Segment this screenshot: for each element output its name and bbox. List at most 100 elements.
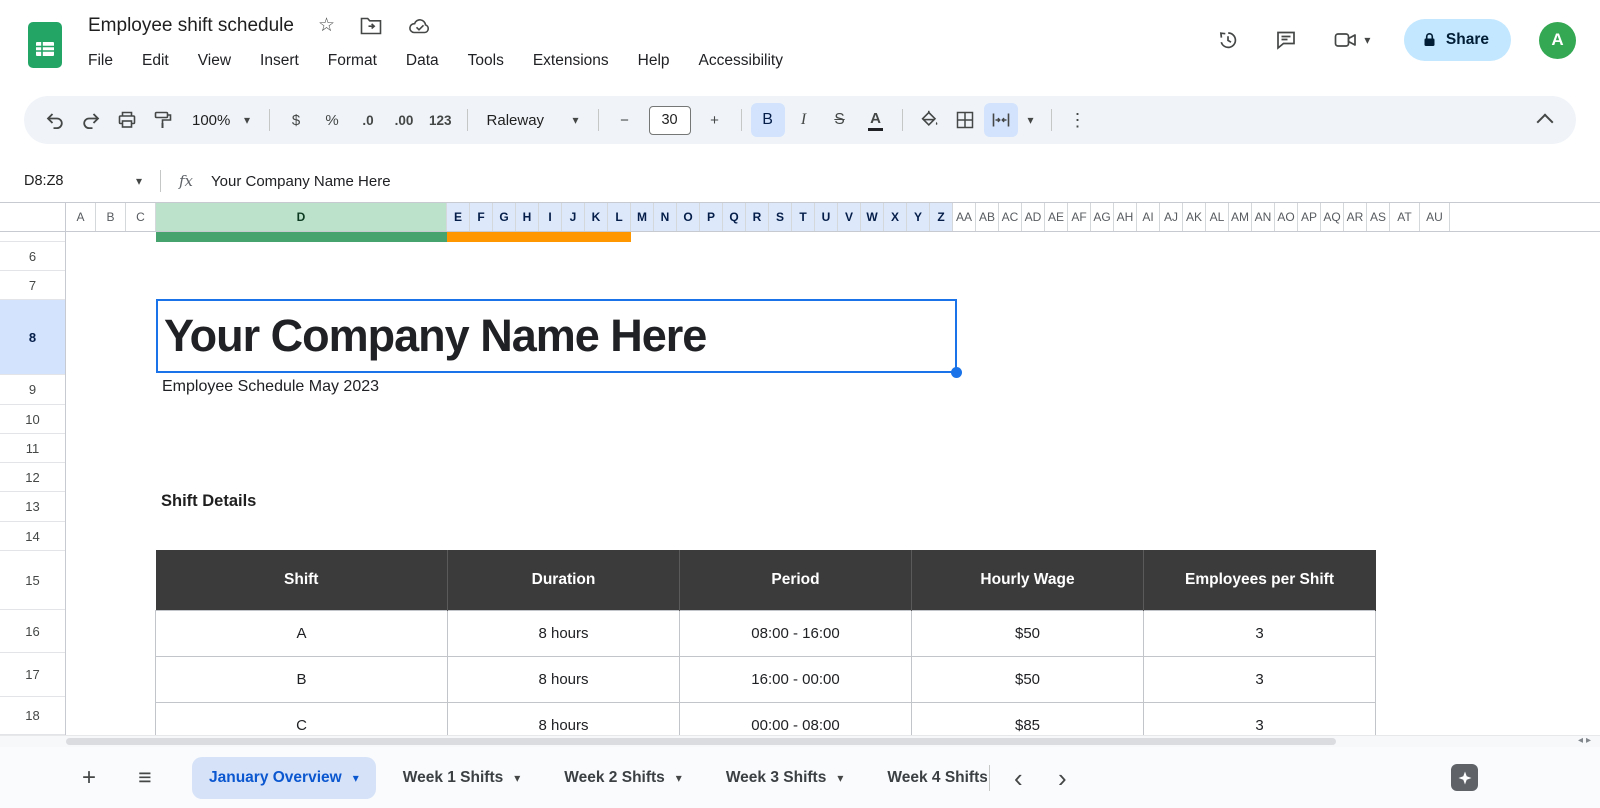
tab-caret-icon[interactable]: ▾ bbox=[676, 771, 682, 785]
name-box[interactable]: D8:Z8 ▾ bbox=[16, 173, 150, 189]
camera-caret-icon[interactable]: ▾ bbox=[1364, 33, 1370, 47]
column-header-e[interactable]: E bbox=[447, 203, 470, 231]
table-cell[interactable]: 3 bbox=[1144, 611, 1376, 657]
menu-insert[interactable]: Insert bbox=[258, 50, 301, 72]
table-cell[interactable]: 8 hours bbox=[448, 657, 680, 703]
zoom-select[interactable]: 100% ▾ bbox=[182, 103, 260, 137]
increase-font-size-button[interactable]: + bbox=[698, 103, 732, 137]
column-header-at[interactable]: AT bbox=[1390, 203, 1420, 231]
table-header-period[interactable]: Period bbox=[680, 550, 912, 611]
column-header-ac[interactable]: AC bbox=[999, 203, 1022, 231]
row-header-12[interactable]: 12 bbox=[0, 463, 65, 492]
table-cell[interactable]: B bbox=[156, 657, 448, 703]
column-header-a[interactable]: A bbox=[66, 203, 96, 231]
increase-decimal-button[interactable]: .00 bbox=[387, 103, 421, 137]
font-size-input[interactable]: 30 bbox=[649, 106, 691, 135]
schedule-subtitle-cell[interactable]: Employee Schedule May 2023 bbox=[162, 378, 379, 396]
add-sheet-button[interactable]: + bbox=[74, 764, 104, 792]
row-header-15[interactable]: 15 bbox=[0, 551, 65, 610]
menu-file[interactable]: File bbox=[86, 50, 115, 72]
undo-button[interactable] bbox=[38, 103, 72, 137]
column-header-q[interactable]: Q bbox=[723, 203, 746, 231]
column-header-x[interactable]: X bbox=[884, 203, 907, 231]
menu-data[interactable]: Data bbox=[404, 50, 441, 72]
column-header-ap[interactable]: AP bbox=[1298, 203, 1321, 231]
borders-button[interactable] bbox=[948, 103, 982, 137]
tab-scroll-right[interactable]: › bbox=[1040, 765, 1084, 791]
fill-handle[interactable] bbox=[951, 367, 962, 378]
menu-edit[interactable]: Edit bbox=[140, 50, 171, 72]
column-header-w[interactable]: W bbox=[861, 203, 884, 231]
comments-icon[interactable] bbox=[1264, 18, 1308, 62]
row-header-13[interactable]: 13 bbox=[0, 492, 65, 522]
column-header-p[interactable]: P bbox=[700, 203, 723, 231]
table-cell[interactable]: $50 bbox=[912, 611, 1144, 657]
column-header-ak[interactable]: AK bbox=[1183, 203, 1206, 231]
table-header-employees-per-shift[interactable]: Employees per Shift bbox=[1144, 550, 1376, 611]
sheets-logo-icon[interactable] bbox=[26, 20, 64, 70]
company-title-cell[interactable]: Your Company Name Here bbox=[158, 310, 706, 362]
table-cell[interactable]: 8 hours bbox=[448, 611, 680, 657]
table-cell[interactable]: 3 bbox=[1144, 657, 1376, 703]
bold-button[interactable]: B bbox=[751, 103, 785, 137]
column-header-o[interactable]: O bbox=[677, 203, 700, 231]
menu-extensions[interactable]: Extensions bbox=[531, 50, 611, 72]
column-header-g[interactable]: G bbox=[493, 203, 516, 231]
column-header-t[interactable]: T bbox=[792, 203, 815, 231]
fill-color-button[interactable] bbox=[912, 103, 946, 137]
font-family-select[interactable]: Raleway ▾ bbox=[477, 103, 589, 137]
menu-accessibility[interactable]: Accessibility bbox=[697, 50, 785, 72]
row-header-11[interactable]: 11 bbox=[0, 434, 65, 463]
column-header-ae[interactable]: AE bbox=[1045, 203, 1068, 231]
scrollbar-thumb[interactable] bbox=[66, 738, 1336, 745]
number-format-button[interactable]: 123 bbox=[423, 103, 458, 137]
table-cell[interactable]: $50 bbox=[912, 657, 1144, 703]
text-color-button[interactable]: A bbox=[859, 103, 893, 137]
formula-input[interactable]: Your Company Name Here bbox=[211, 173, 391, 190]
star-icon[interactable]: ☆ bbox=[318, 14, 335, 37]
sheet-tab-week-3-shifts[interactable]: Week 3 Shifts▾ bbox=[709, 757, 861, 799]
tab-scroll-left[interactable]: ‹ bbox=[996, 765, 1040, 791]
column-header-ar[interactable]: AR bbox=[1344, 203, 1367, 231]
column-header-as[interactable]: AS bbox=[1367, 203, 1390, 231]
row-header-8[interactable]: 8 bbox=[0, 300, 65, 375]
column-header-c[interactable]: C bbox=[126, 203, 156, 231]
tab-caret-icon[interactable]: ▾ bbox=[514, 771, 520, 785]
table-header-hourly-wage[interactable]: Hourly Wage bbox=[912, 550, 1144, 611]
table-header-duration[interactable]: Duration bbox=[448, 550, 680, 611]
shift-details-heading-cell[interactable]: Shift Details bbox=[161, 492, 256, 511]
column-header-ao[interactable]: AO bbox=[1275, 203, 1298, 231]
row-header-6[interactable]: 6 bbox=[0, 242, 65, 271]
table-cell[interactable]: 08:00 - 16:00 bbox=[680, 611, 912, 657]
all-sheets-button[interactable]: ≡ bbox=[130, 764, 160, 791]
tab-caret-icon[interactable]: ▾ bbox=[353, 771, 359, 785]
column-header-au[interactable]: AU bbox=[1420, 203, 1450, 231]
column-header-ai[interactable]: AI bbox=[1137, 203, 1160, 231]
decrease-font-size-button[interactable]: − bbox=[608, 103, 642, 137]
table-cell[interactable]: 00:00 - 08:00 bbox=[680, 703, 912, 736]
avatar[interactable]: A bbox=[1539, 22, 1576, 59]
column-header-m[interactable]: M bbox=[631, 203, 654, 231]
table-cell[interactable]: C bbox=[156, 703, 448, 736]
table-cell[interactable]: 8 hours bbox=[448, 703, 680, 736]
select-all-corner[interactable] bbox=[0, 203, 66, 231]
row-header-17[interactable]: 17 bbox=[0, 653, 65, 697]
column-header-ab[interactable]: AB bbox=[976, 203, 999, 231]
column-header-ah[interactable]: AH bbox=[1114, 203, 1137, 231]
version-history-icon[interactable] bbox=[1206, 18, 1250, 62]
column-header-ag[interactable]: AG bbox=[1091, 203, 1114, 231]
column-header-k[interactable]: K bbox=[585, 203, 608, 231]
sheet-tab-january-overview[interactable]: January Overview▾ bbox=[192, 757, 376, 799]
table-cell[interactable]: 3 bbox=[1144, 703, 1376, 736]
menu-format[interactable]: Format bbox=[326, 50, 379, 72]
column-header-aj[interactable]: AJ bbox=[1160, 203, 1183, 231]
row-header-14[interactable]: 14 bbox=[0, 522, 65, 551]
column-header-s[interactable]: S bbox=[769, 203, 792, 231]
redo-button[interactable] bbox=[74, 103, 108, 137]
column-header-r[interactable]: R bbox=[746, 203, 769, 231]
column-header-ad[interactable]: AD bbox=[1022, 203, 1045, 231]
column-header-am[interactable]: AM bbox=[1229, 203, 1252, 231]
table-cell[interactable]: $85 bbox=[912, 703, 1144, 736]
sheet-canvas[interactable]: Your Company Name Here Employee Schedule… bbox=[66, 232, 1600, 735]
row-header-18[interactable]: 18 bbox=[0, 697, 65, 735]
